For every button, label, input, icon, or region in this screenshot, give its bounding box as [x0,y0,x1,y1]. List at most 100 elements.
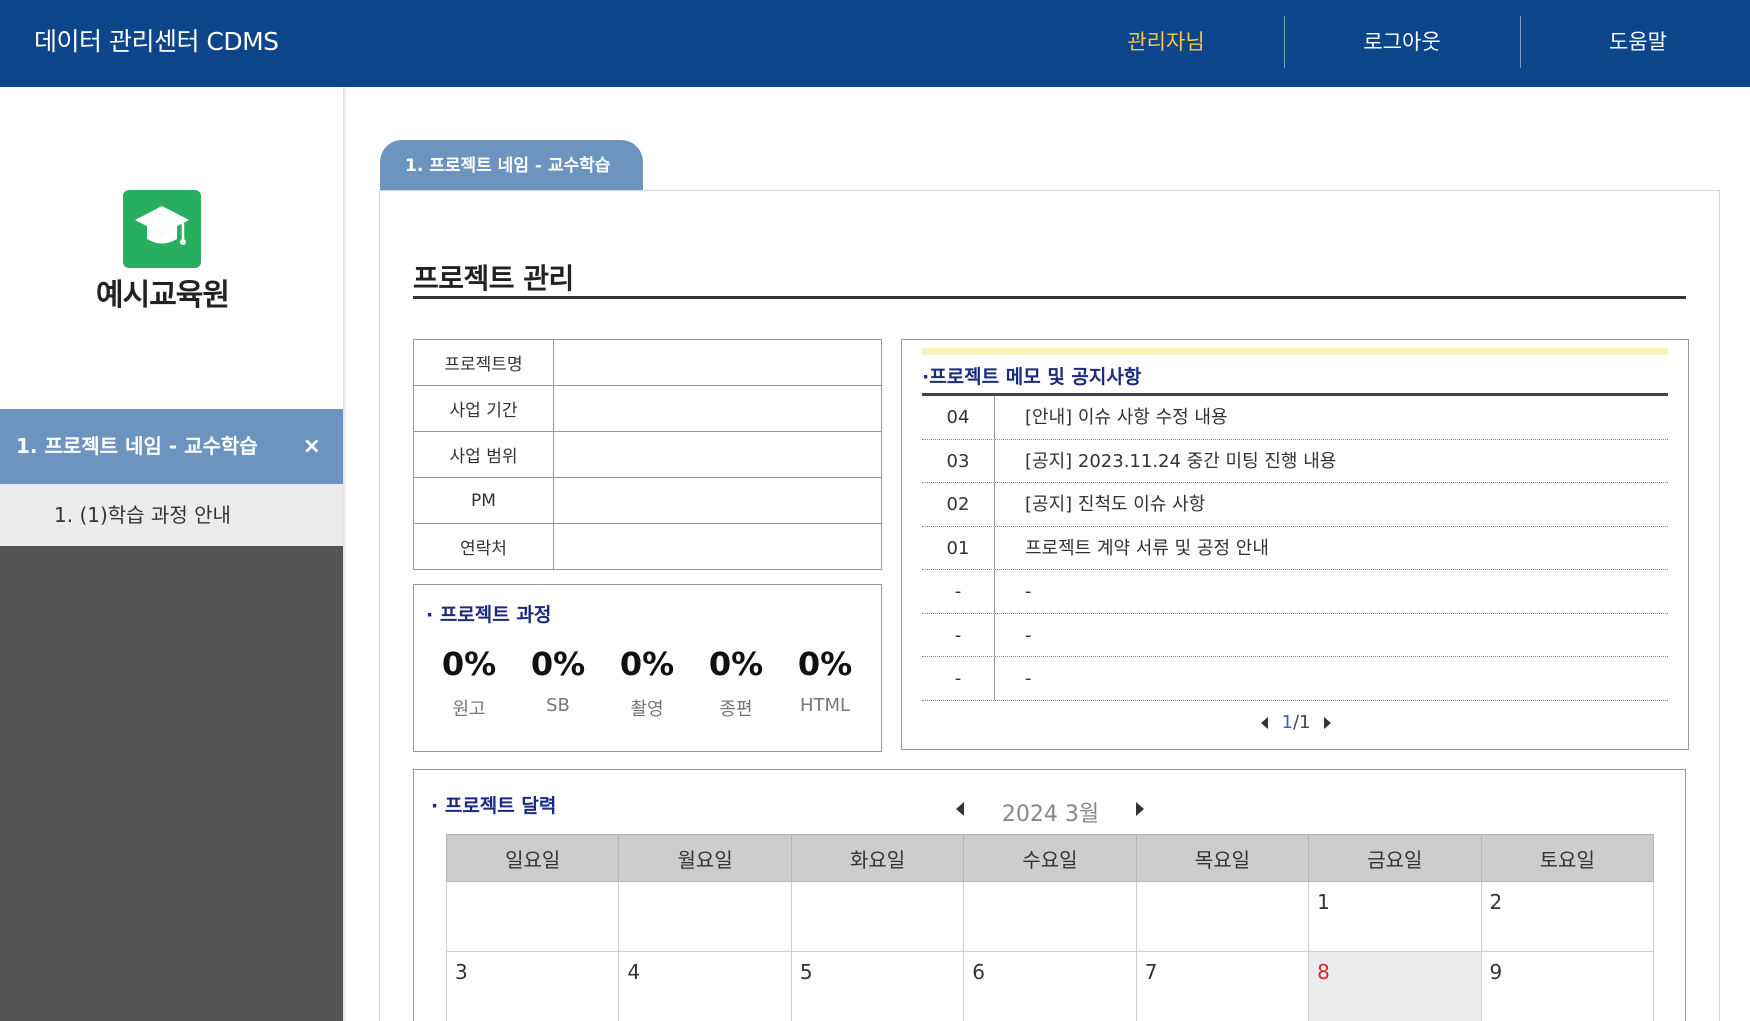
notice-box: ·프로젝트 메모 및 공지사항 04 [안내] 이슈 사항 수정 내용 03 [… [901,339,1689,750]
weekday-header-row: 일요일 월요일 화요일 수요일 목요일 금요일 토요일 [445,834,1655,882]
calendar-day[interactable]: 3 [445,951,620,1021]
notice-number: 04 [922,396,995,439]
notice-row: - - [922,570,1668,614]
sidebar-sub-item[interactable]: 1. (1)학습 과정 안내 [0,484,343,546]
calendar-day[interactable] [1135,881,1310,952]
progress-title: · 프로젝트 과정 [426,604,552,626]
sidebar-project-label: 1. 프로젝트 네임 - 교수학습 [16,434,258,458]
info-label: 사업 기간 [413,385,554,432]
info-value [553,431,882,478]
page-title: 프로젝트 관리 [413,262,574,295]
tab-project[interactable]: 1. 프로젝트 네임 - 교수학습 [380,140,643,192]
calendar-day[interactable]: 5 [790,951,965,1021]
progress-value: 0% [441,645,497,683]
notice-number: 03 [922,439,995,482]
calendar-day[interactable] [445,881,620,952]
calendar-day[interactable] [963,881,1137,952]
notice-row: - - [922,613,1668,657]
progress-label: HTML [799,695,851,716]
weekday-sun: 일요일 [445,834,620,882]
calendar-day[interactable] [618,881,792,952]
calendar-day[interactable]: 1 [1308,881,1482,952]
project-info-table: 프로젝트명 사업 기간 사업 범위 PM 연락처 [413,339,882,570]
notice-text: - [1025,624,1032,646]
progress-item: 0% SB [513,645,603,716]
sidebar-shadow [343,87,347,1021]
weekday-wed: 수요일 [963,834,1137,882]
info-value [553,523,882,570]
prev-month-icon[interactable] [956,802,964,816]
progress-label: SB [546,695,570,716]
weekday-tue: 화요일 [790,834,965,882]
table-row: 사업 기간 [413,385,882,432]
notice-row[interactable]: 01 프로젝트 계약 서류 및 공정 안내 [922,526,1668,570]
progress-item: 0% 종편 [691,645,781,721]
weekday-thu: 목요일 [1135,834,1310,882]
info-value [553,385,882,432]
notice-text: [공지] 진척도 이슈 사항 [1025,494,1206,515]
table-row: 연락처 [413,523,882,570]
notice-accent-bar [922,348,1668,355]
calendar-day[interactable]: 2 [1480,881,1655,952]
logo-area: 예시교육원 [0,87,343,409]
top-header: 데이터 관리센터 CDMS 관리자님 로그아웃 도움말 [0,0,1750,87]
notice-row: - - [922,657,1668,701]
calendar-day[interactable]: 9 [1480,951,1655,1021]
project-progress-box: · 프로젝트 과정 0% 원고 0% SB 0% 촬영 0% 종편 0% HTM… [413,584,882,752]
progress-value: 0% [708,645,764,683]
notice-title: ·프로젝트 메모 및 공지사항 [922,366,1142,388]
org-name: 예시교육원 [96,278,230,313]
notice-number: 01 [922,526,995,569]
next-month-icon[interactable] [1136,802,1144,816]
progress-label: 종편 [719,699,753,720]
graduation-cap-icon [123,190,201,268]
help-link[interactable]: 도움말 [1520,16,1750,68]
notice-list: 04 [안내] 이슈 사항 수정 내용 03 [공지] 2023.11.24 중… [922,396,1668,701]
info-value [553,339,882,386]
table-row: 프로젝트명 [413,339,882,386]
sidebar-project-item[interactable]: 1. 프로젝트 네임 - 교수학습 × [0,409,343,484]
progress-label: 촬영 [630,699,664,720]
info-label: PM [413,477,554,524]
admin-user-link[interactable]: 관리자님 [1048,16,1284,68]
weekday-sat: 토요일 [1480,834,1655,882]
pager-current: 1 [1281,712,1293,733]
notice-number: - [922,657,995,700]
notice-text: - [1025,581,1032,602]
calendar-day[interactable] [790,881,965,952]
calendar-week: 3 4 5 6 7 8 9 [445,951,1655,1021]
calendar-day[interactable]: 4 [618,951,792,1021]
notice-row[interactable]: 04 [안내] 이슈 사항 수정 내용 [922,396,1668,440]
calendar-grid: 일요일 월요일 화요일 수요일 목요일 금요일 토요일 1 2 3 4 5 6 … [445,834,1655,1021]
table-row: PM [413,477,882,524]
info-label: 사업 범위 [413,431,554,478]
next-page-icon[interactable] [1324,717,1332,729]
logout-link[interactable]: 로그아웃 [1284,16,1520,68]
progress-label: 원고 [452,699,486,720]
sidebar: 예시교육원 1. 프로젝트 네임 - 교수학습 × 1. (1)학습 과정 안내 [0,87,343,1021]
progress-item: 0% 원고 [424,645,514,721]
calendar-day[interactable]: 7 [1135,951,1310,1021]
notice-pager: 1/1 [902,712,1690,733]
app-title: 데이터 관리센터 CDMS [34,27,279,56]
progress-value: 0% [619,645,675,683]
calendar-day-today[interactable]: 8 [1308,951,1482,1021]
notice-row[interactable]: 02 [공지] 진척도 이슈 사항 [922,483,1668,527]
weekday-mon: 월요일 [618,834,792,882]
notice-text: [공지] 2023.11.24 중간 미팅 진행 내용 [1025,450,1337,472]
progress-item: 0% 촬영 [602,645,692,721]
notice-text: 프로젝트 계약 서류 및 공정 안내 [1025,537,1269,559]
progress-value: 0% [530,645,586,683]
notice-number: - [922,570,995,613]
progress-item: 0% HTML [780,645,870,716]
notice-row[interactable]: 03 [공지] 2023.11.24 중간 미팅 진행 내용 [922,439,1668,483]
prev-page-icon[interactable] [1260,717,1268,729]
progress-value: 0% [797,645,853,683]
info-value [553,477,882,524]
pager-total: /1 [1292,712,1311,733]
notice-number: - [922,613,995,656]
notice-number: 02 [922,483,995,526]
calendar-day[interactable]: 6 [963,951,1137,1021]
close-icon[interactable]: × [303,409,321,484]
info-label: 연락처 [413,523,554,570]
